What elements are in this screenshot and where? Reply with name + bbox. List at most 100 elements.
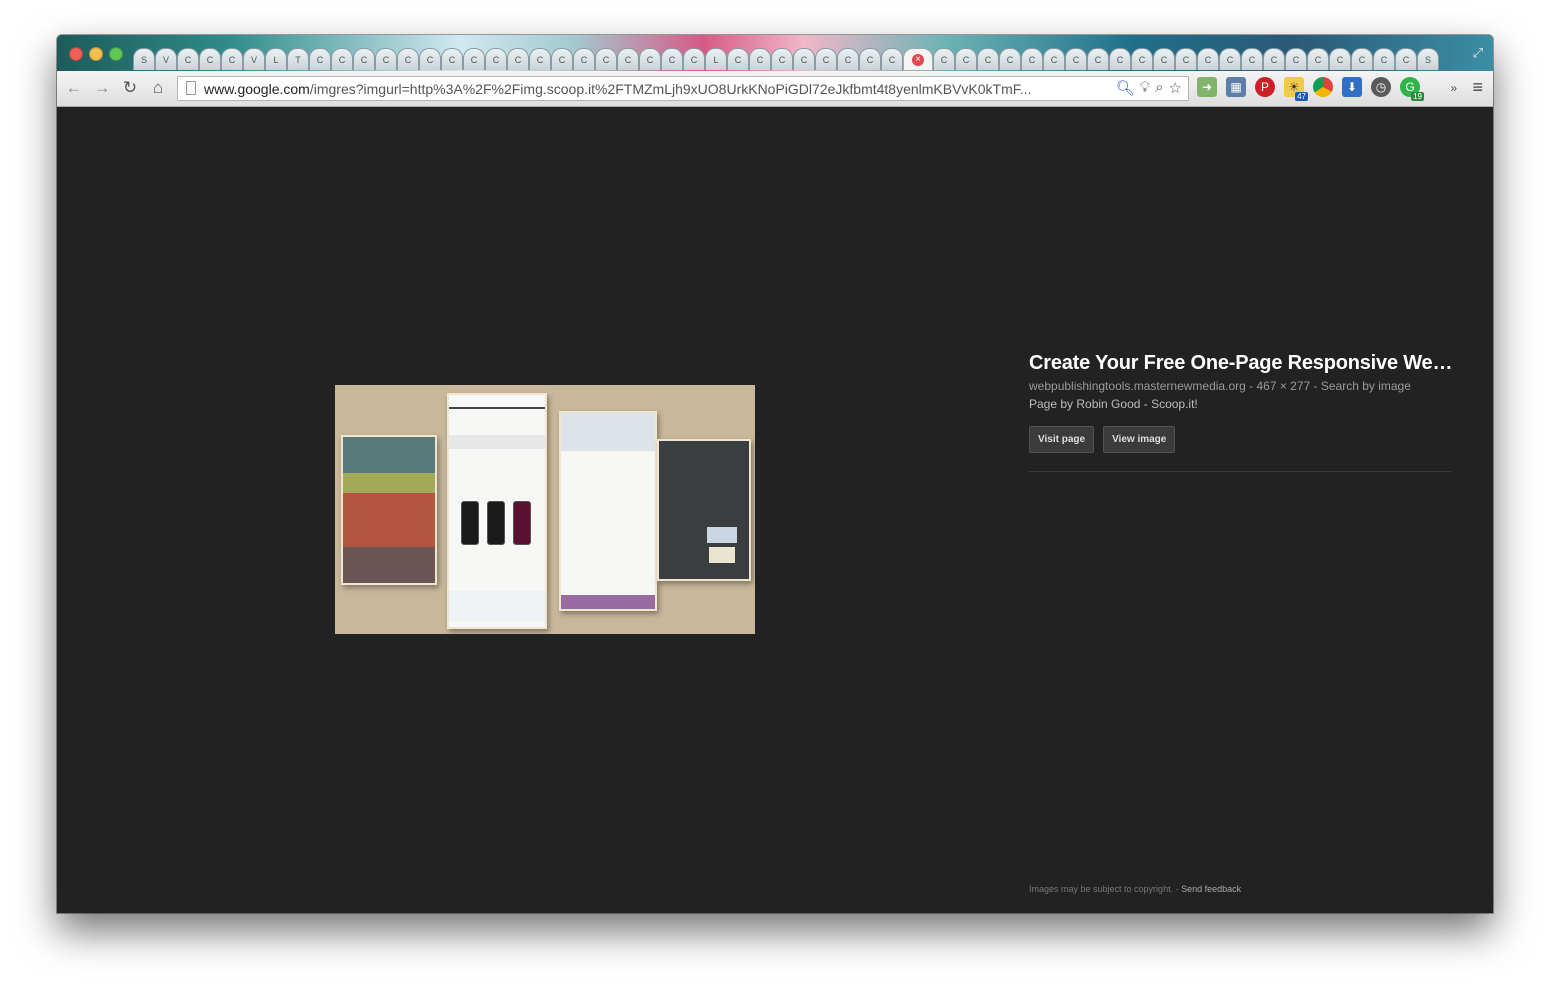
image-meta: webpublishingtools.masternewmedia.org - … [1029, 379, 1451, 393]
tab[interactable]: C [331, 48, 353, 70]
tab[interactable]: C [1285, 48, 1307, 70]
tab[interactable]: C [881, 48, 903, 70]
tab[interactable]: C [727, 48, 749, 70]
forward-button[interactable]: → [91, 78, 113, 98]
tab[interactable]: C [661, 48, 683, 70]
visit-page-button[interactable]: Visit page [1029, 426, 1095, 453]
menu-icon[interactable]: ≡ [1472, 77, 1483, 98]
tab[interactable]: C [1329, 48, 1351, 70]
tab[interactable]: C [933, 48, 955, 70]
tab[interactable]: C [1043, 48, 1065, 70]
view-image-button[interactable]: View image [1103, 426, 1176, 453]
divider [1029, 471, 1451, 472]
toolbar: ← → ↻ ⌂ www.google.com/imgres?imgurl=htt… [57, 71, 1493, 107]
tab-close-icon[interactable]: × [912, 53, 924, 66]
zoom-window-button[interactable] [109, 47, 123, 61]
tab[interactable]: C [507, 48, 529, 70]
tab[interactable]: C [1373, 48, 1395, 70]
tab[interactable]: C [859, 48, 881, 70]
home-button[interactable]: ⌂ [147, 78, 169, 98]
tab[interactable]: C [793, 48, 815, 70]
tab[interactable]: C [1087, 48, 1109, 70]
tab[interactable]: C [815, 48, 837, 70]
tabs: S V C C C V L T C C C C C C C C C C C C C C C C C C L C C C C C C C C × C C C C… [133, 48, 1439, 71]
tab[interactable]: C [595, 48, 617, 70]
tab[interactable]: L [705, 48, 727, 70]
meta-separator-2: - [1310, 379, 1321, 393]
tab[interactable]: C [1351, 48, 1373, 70]
tab[interactable]: C [551, 48, 573, 70]
tab[interactable]: V [155, 48, 177, 70]
tab[interactable]: V [243, 48, 265, 70]
send-to-device-icon[interactable]: ➜ [1197, 77, 1217, 97]
close-window-button[interactable] [69, 47, 83, 61]
tab[interactable]: S [1417, 48, 1439, 70]
source-link[interactable]: webpublishingtools.masternewmedia.org [1029, 379, 1246, 393]
image-dimensions: 467 × 277 [1256, 379, 1311, 393]
tab[interactable]: C [529, 48, 551, 70]
tab[interactable]: C [1307, 48, 1329, 70]
tab[interactable]: C [441, 48, 463, 70]
bookmark-star-icon[interactable]: ☆ [1169, 79, 1182, 97]
tab[interactable]: C [639, 48, 661, 70]
tab[interactable]: C [617, 48, 639, 70]
tab[interactable]: C [1219, 48, 1241, 70]
tab[interactable]: S [133, 48, 155, 70]
download-icon[interactable]: ⬇ [1342, 77, 1362, 97]
window-layout-icon[interactable]: ▦ [1226, 77, 1246, 97]
grammarly-icon[interactable]: G 19 [1400, 77, 1424, 101]
tab[interactable]: C [1263, 48, 1285, 70]
pinterest-icon[interactable]: P [1255, 77, 1275, 97]
tab[interactable]: C [573, 48, 595, 70]
fullscreen-icon[interactable]: ⤢ [1473, 45, 1483, 61]
tab[interactable]: C [1065, 48, 1087, 70]
reload-button[interactable]: ↻ [119, 78, 141, 98]
search-by-image-icon[interactable]: 🔍︎ [1116, 79, 1135, 97]
image-title[interactable]: Create Your Free One-Page Responsive We… [1029, 352, 1452, 375]
tab[interactable]: C [1241, 48, 1263, 70]
minimize-window-button[interactable] [89, 47, 103, 61]
tab[interactable]: C [1395, 48, 1417, 70]
tab[interactable]: C [1197, 48, 1219, 70]
tab[interactable]: C [977, 48, 999, 70]
tab[interactable]: C [177, 48, 199, 70]
tab[interactable]: C [199, 48, 221, 70]
tab[interactable]: C [771, 48, 793, 70]
tab[interactable]: C [419, 48, 441, 70]
search-by-image-link[interactable]: Search by image [1321, 379, 1411, 393]
lightbulb-icon[interactable]: 💡︎ [1140, 79, 1151, 97]
tab[interactable]: C [837, 48, 859, 70]
tab[interactable]: T [287, 48, 309, 70]
tab-active[interactable]: × [903, 48, 933, 70]
tab[interactable]: C [1109, 48, 1131, 70]
tab[interactable]: C [955, 48, 977, 70]
tab[interactable]: C [309, 48, 331, 70]
tab[interactable]: C [1021, 48, 1043, 70]
url-text[interactable]: www.google.com/imgres?imgurl=http%3A%2F%… [204, 81, 1094, 97]
image-preview[interactable] [335, 385, 755, 634]
send-feedback-link[interactable]: Send feedback [1181, 884, 1241, 894]
tab[interactable]: C [221, 48, 243, 70]
page-icon [186, 81, 196, 95]
tab[interactable]: C [463, 48, 485, 70]
image-viewer: Create Your Free One-Page Responsive We…… [57, 107, 1493, 913]
chrome-extension-icon[interactable] [1313, 77, 1333, 97]
tab[interactable]: C [749, 48, 771, 70]
tab[interactable]: L [265, 48, 287, 70]
tab[interactable]: C [683, 48, 705, 70]
footer: Images may be subject to copyright. - Se… [1029, 884, 1241, 894]
extensions-overflow-button[interactable]: » [1450, 81, 1457, 95]
back-button[interactable]: ← [63, 78, 85, 98]
tab[interactable]: C [1175, 48, 1197, 70]
address-bar[interactable]: www.google.com/imgres?imgurl=http%3A%2F%… [177, 76, 1189, 101]
tab[interactable]: C [1153, 48, 1175, 70]
zoom-icon[interactable]: ⌕ [1155, 79, 1163, 97]
tab[interactable]: C [353, 48, 375, 70]
tab[interactable]: C [485, 48, 507, 70]
tab[interactable]: C [397, 48, 419, 70]
tab[interactable]: C [1131, 48, 1153, 70]
tab[interactable]: C [375, 48, 397, 70]
tab[interactable]: C [999, 48, 1021, 70]
weather-icon[interactable]: ☀ 47 [1284, 77, 1308, 101]
clock-icon[interactable]: ◷ [1371, 77, 1391, 97]
